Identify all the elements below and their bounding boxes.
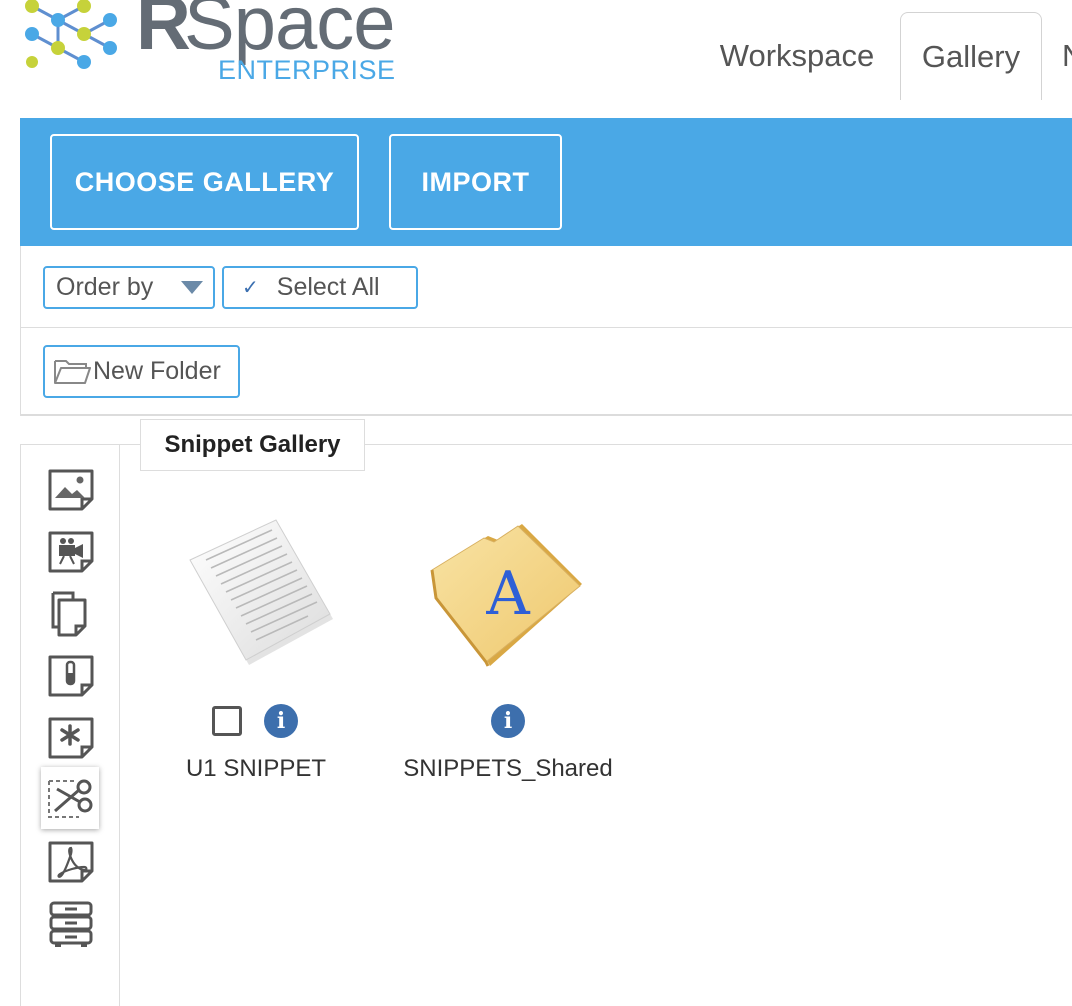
sidebar-item-filestores[interactable] [45,899,97,949]
choose-gallery-button[interactable]: CHOOSE GALLERY [50,134,359,230]
sidebar-item-videos[interactable] [45,527,97,577]
item-name: U1 SNIPPET [185,755,327,782]
item-checkbox[interactable] [212,706,242,736]
misc-icon [48,717,94,759]
video-icon [48,531,94,573]
tab-gallery[interactable]: Gallery [900,12,1042,100]
folder-open-icon [54,359,91,384]
pdf-icon [48,841,94,883]
documents-icon [51,591,87,637]
check-icon: ✓ [242,277,259,299]
filestore-icon [49,901,93,947]
sidebar-item-miscellaneous[interactable] [45,713,97,763]
tab-workspace[interactable]: Workspace [698,12,896,100]
folder-letter: A [485,559,530,629]
logo-brand-bold: R [136,0,191,66]
filter-panel: Order by ✓ Select All New Folder [20,246,1072,416]
folder-actions-row: New Folder [21,327,1072,416]
rspace-logo[interactable]: R Space ENTERPRISE [18,0,398,90]
shared-folder-icon: A [430,524,582,667]
network-logo-icon [25,0,117,69]
filter-row: Order by ✓ Select All [21,246,1072,328]
info-icon[interactable]: i [491,704,525,738]
dropdown-arrow-icon [181,281,203,294]
sidebar-item-chemistry[interactable] [45,651,97,701]
select-all-label: Select All [276,273,380,301]
gallery-toolbar: CHOOSE GALLERY IMPORT [20,118,1072,246]
sidebar-item-documents[interactable] [45,589,97,639]
tab-next-partial[interactable]: N [1048,12,1072,100]
image-icon [48,469,94,511]
order-by-select[interactable]: Order by [43,266,215,309]
sidebar-item-pdfs[interactable] [45,837,97,887]
new-folder-button[interactable]: New Folder [43,345,240,398]
select-all-button[interactable]: ✓ Select All [222,266,418,309]
gallery-type-sidebar [20,444,120,1006]
sidebar-item-snippets[interactable] [41,767,99,829]
order-by-label: Order by [56,273,154,301]
chemistry-icon [48,655,94,697]
snippets-icon [48,779,93,818]
new-folder-label: New Folder [93,357,221,385]
gallery-title: Snippet Gallery [140,419,365,471]
info-icon[interactable]: i [264,704,298,738]
snippet-document-icon [189,519,333,665]
app-header: R Space ENTERPRISE Workspace Gallery N [0,0,1072,118]
sidebar-item-images[interactable] [45,465,97,515]
item-name: SNIPPETS_Shared [403,755,613,782]
import-button[interactable]: IMPORT [389,134,562,230]
logo-edition: ENTERPRISE [218,55,396,85]
